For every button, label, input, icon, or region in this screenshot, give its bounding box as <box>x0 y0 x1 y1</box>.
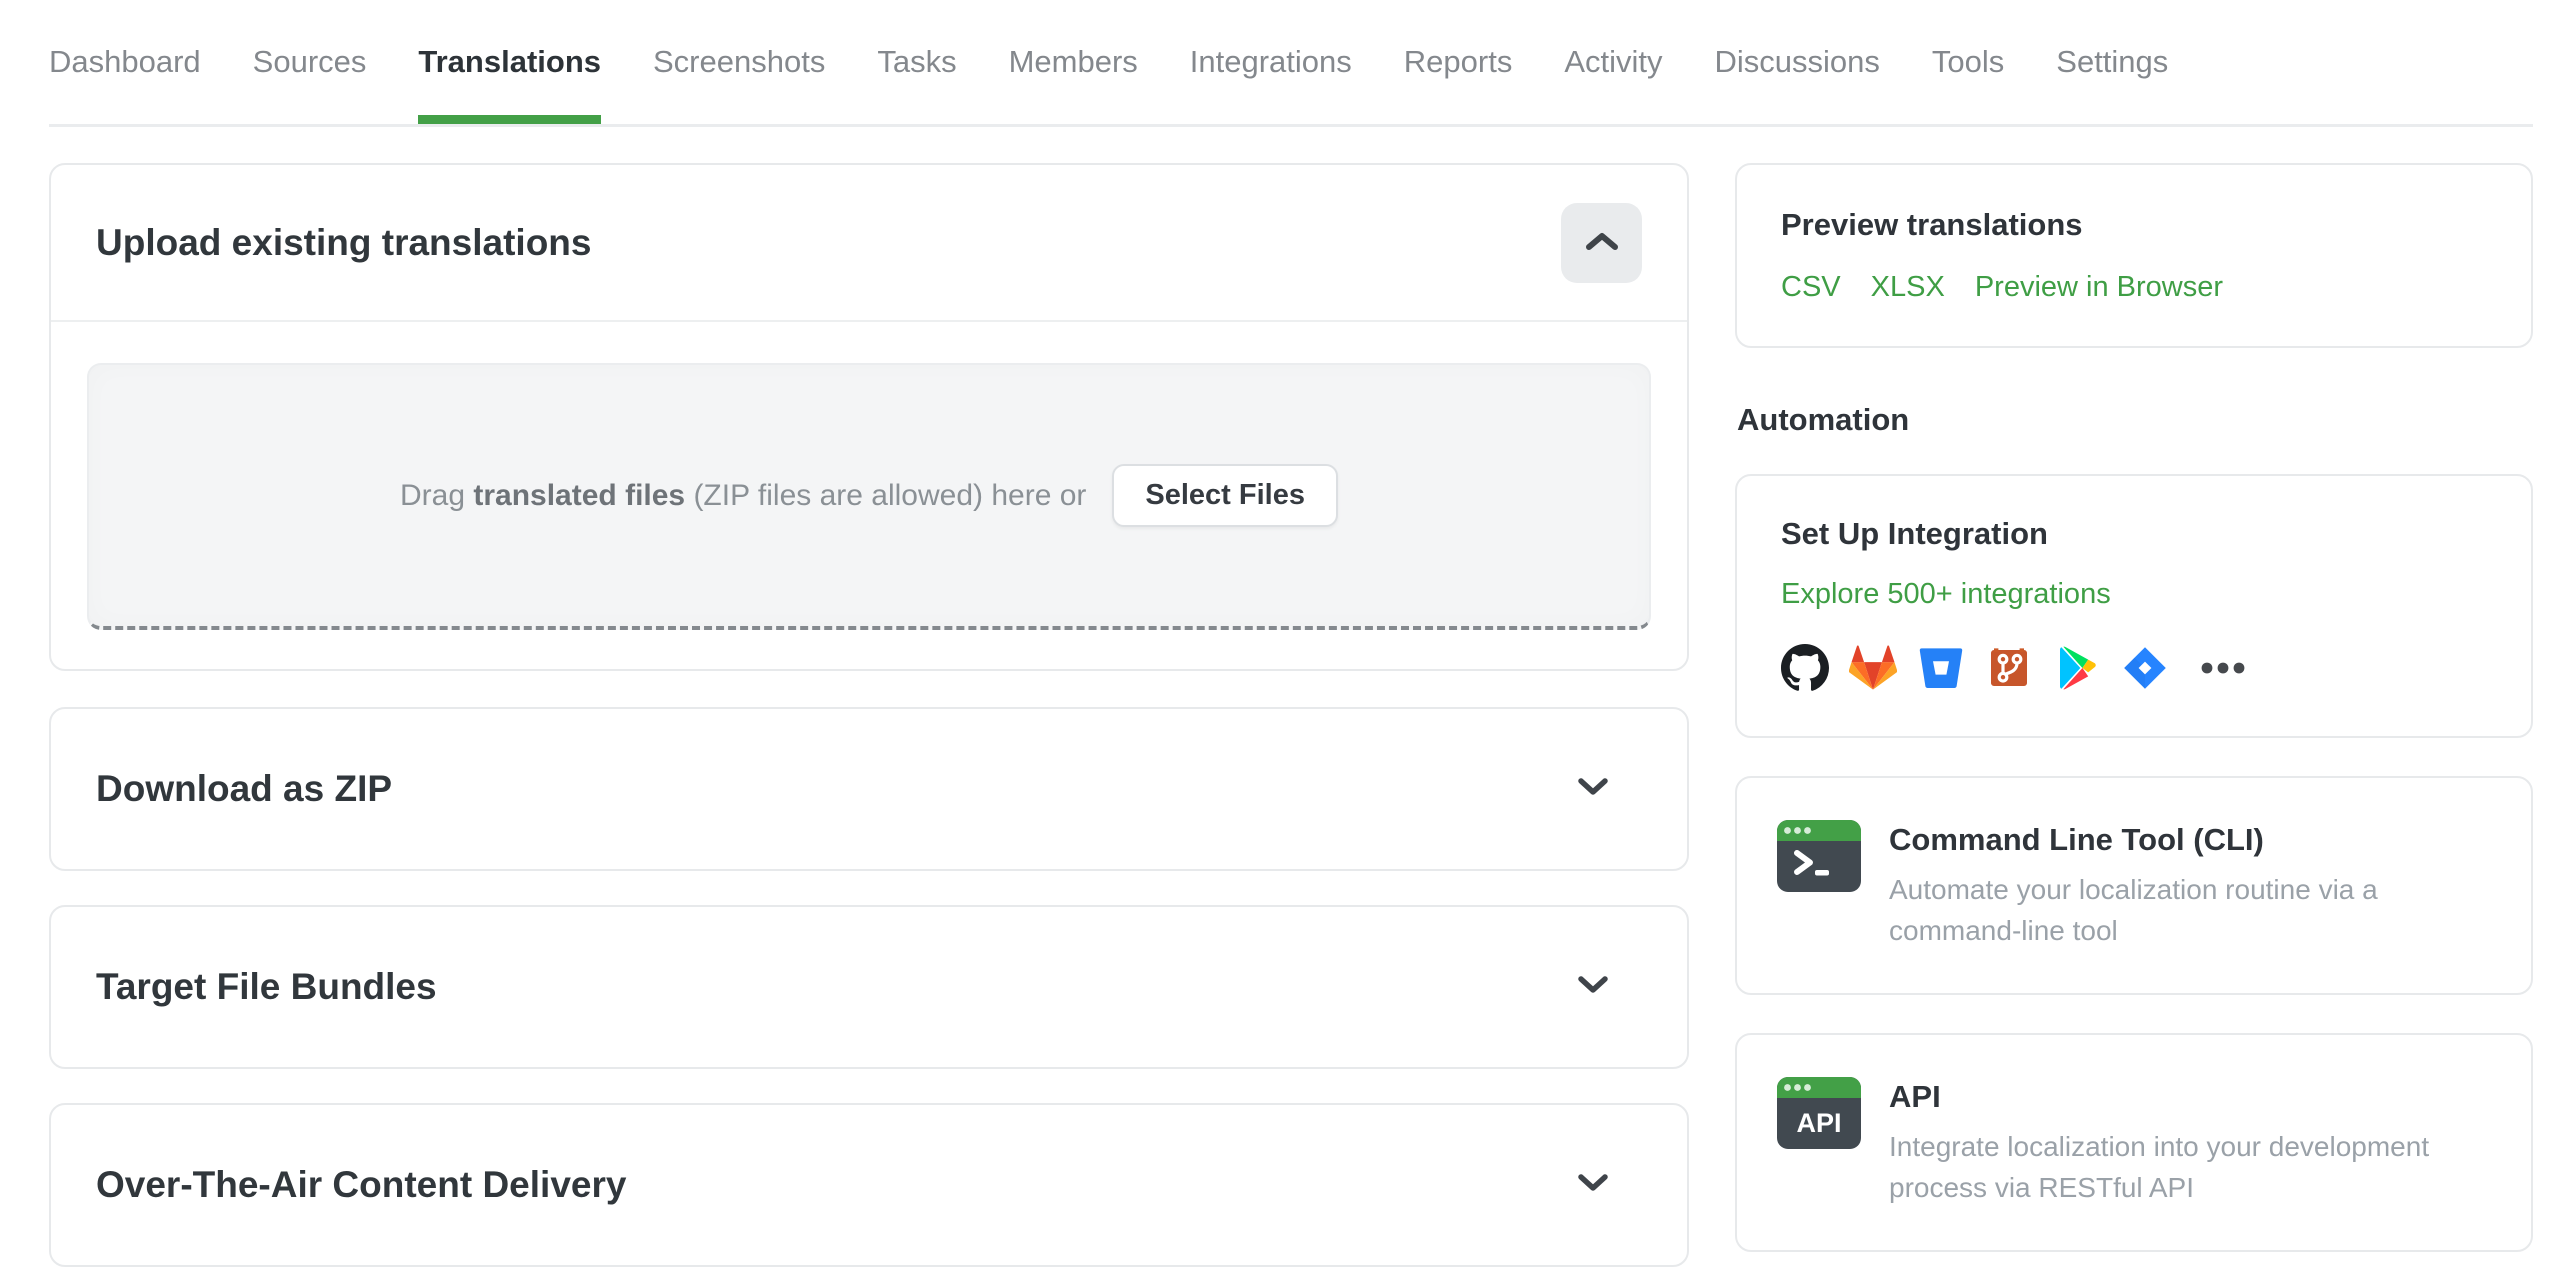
tab-reports[interactable]: Reports <box>1404 0 1513 124</box>
google-play-icon[interactable] <box>2053 644 2101 692</box>
preview-in-browser-link[interactable]: Preview in Browser <box>1975 271 2223 304</box>
translation-file-dropzone[interactable]: Drag translated files (ZIP files are all… <box>87 363 1651 630</box>
tab-integrations[interactable]: Integrations <box>1190 0 1352 124</box>
chevron-up-icon <box>1585 231 1619 254</box>
api-card-title: API <box>1889 1079 1941 1115</box>
upload-existing-translations-panel: Upload existing translations Drag transl… <box>49 163 1689 671</box>
tab-tasks[interactable]: Tasks <box>877 0 956 124</box>
over-the-air-title: Over-The-Air Content Delivery <box>96 1164 627 1205</box>
collapse-upload-panel-button[interactable] <box>1561 202 1642 283</box>
preview-csv-link[interactable]: CSV <box>1781 271 1841 304</box>
tab-tools[interactable]: Tools <box>1932 0 2004 124</box>
api-card-description: Integrate localization into your develop… <box>1889 1131 2430 1203</box>
tab-settings[interactable]: Settings <box>2056 0 2168 124</box>
tab-translations[interactable]: Translations <box>418 0 601 124</box>
jira-icon[interactable] <box>2121 644 2169 692</box>
dropzone-instruction: Drag translated files (ZIP files are all… <box>400 478 1087 512</box>
explore-integrations-link[interactable]: Explore 500+ integrations <box>1781 578 2111 611</box>
bitbucket-icon[interactable] <box>1917 644 1965 692</box>
more-integrations-icon[interactable] <box>2199 644 2249 692</box>
chevron-down-icon <box>1577 1173 1609 1197</box>
preview-translations-card: Preview translations CSV XLSX Preview in… <box>1735 163 2533 348</box>
api-card[interactable]: API API Integrate localization into your… <box>1735 1033 2533 1253</box>
automation-heading: Automation <box>1737 402 1910 437</box>
cli-card-description: Automate your localization routine via a… <box>1889 874 2378 946</box>
set-up-integration-title: Set Up Integration <box>1781 516 2048 551</box>
preview-xlsx-link[interactable]: XLSX <box>1871 271 1945 304</box>
tab-discussions[interactable]: Discussions <box>1715 0 1880 124</box>
target-file-bundles-title: Target File Bundles <box>96 966 437 1007</box>
preview-translations-title: Preview translations <box>1781 207 2083 242</box>
download-as-zip-panel[interactable]: Download as ZIP <box>49 707 1689 871</box>
api-icon: API <box>1777 1077 1861 1208</box>
gitlab-icon[interactable] <box>1849 644 1897 692</box>
tab-activity[interactable]: Activity <box>1564 0 1662 124</box>
tab-dashboard[interactable]: Dashboard <box>49 0 201 124</box>
target-file-bundles-panel[interactable]: Target File Bundles <box>49 905 1689 1069</box>
cli-tool-card[interactable]: Command Line Tool (CLI) Automate your lo… <box>1735 776 2533 996</box>
select-files-button[interactable]: Select Files <box>1112 464 1338 527</box>
tab-sources[interactable]: Sources <box>253 0 367 124</box>
cli-card-title: Command Line Tool (CLI) <box>1889 822 2264 857</box>
svg-text:API: API <box>1796 1108 1841 1138</box>
tab-members[interactable]: Members <box>1009 0 1138 124</box>
cli-terminal-icon <box>1777 820 1861 951</box>
git-icon[interactable] <box>1985 644 2033 692</box>
tab-screenshots[interactable]: Screenshots <box>653 0 825 124</box>
project-tab-bar: Dashboard Sources Translations Screensho… <box>49 0 2533 127</box>
download-as-zip-title: Download as ZIP <box>96 768 393 809</box>
upload-panel-title: Upload existing translations <box>96 221 592 263</box>
chevron-down-icon <box>1577 975 1609 999</box>
over-the-air-content-delivery-panel[interactable]: Over-The-Air Content Delivery <box>49 1103 1689 1267</box>
chevron-down-icon <box>1577 777 1609 801</box>
github-icon[interactable] <box>1781 644 1829 692</box>
set-up-integration-card: Set Up Integration Explore 500+ integrat… <box>1735 474 2533 738</box>
